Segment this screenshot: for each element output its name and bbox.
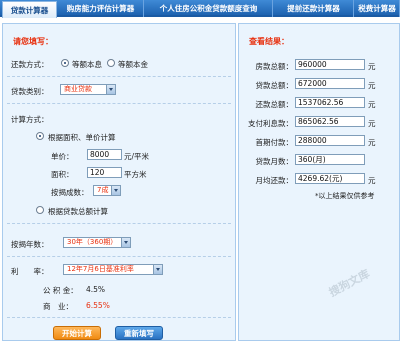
form-title: 请您填写： bbox=[13, 37, 53, 46]
input-panel: 请您填写： 还款方式： 等额本息 等额本金 贷款类别： 商业贷款 计算方式： 根… bbox=[2, 23, 236, 341]
down-payment-field: 288000 bbox=[295, 135, 365, 146]
rate-value: 12年7月6日基准利率 bbox=[67, 265, 134, 273]
price-label: 单价： bbox=[51, 152, 74, 161]
loan-months-field: 360(月) bbox=[295, 154, 365, 165]
area-unit: 平方米 bbox=[124, 170, 147, 179]
result-unit: 元 bbox=[368, 119, 376, 128]
tab-tax-calculator[interactable]: 税费计算器 bbox=[355, 0, 400, 17]
chevron-down-icon bbox=[153, 265, 162, 274]
result-panel: 查看结果： 房款总额： 960000 元 贷款总额： 672000 元 还款总额… bbox=[238, 23, 400, 341]
rate-select[interactable]: 12年7月6日基准利率 bbox=[63, 264, 163, 275]
result-footnote: *以上结果仅供参考 bbox=[315, 192, 375, 200]
down-ratio-value: 7成 bbox=[97, 186, 109, 194]
chevron-down-icon bbox=[106, 85, 115, 94]
down-ratio-label: 按揭成数： bbox=[51, 188, 89, 197]
interest-total-field: 865062.56 bbox=[295, 116, 365, 127]
result-unit: 元 bbox=[368, 81, 376, 90]
tab-loan-calculator[interactable]: 贷款计算器 bbox=[2, 1, 57, 18]
result-label: 贷款总额： bbox=[255, 81, 294, 90]
calc-method-label: 计算方式： bbox=[11, 115, 49, 124]
repay-equal-principal-radio[interactable] bbox=[107, 59, 115, 67]
result-unit: 元 bbox=[368, 100, 376, 109]
result-label: 月均还款： bbox=[255, 176, 294, 185]
result-unit: 元 bbox=[368, 62, 376, 71]
chevron-down-icon bbox=[121, 238, 130, 247]
commercial-rate-label: 商 业： bbox=[43, 302, 73, 311]
result-label: 支付利息款： bbox=[248, 119, 293, 128]
tab-affordability-calculator[interactable]: 购房能力评估计算器 bbox=[58, 0, 144, 17]
divider bbox=[7, 76, 231, 77]
divider bbox=[7, 256, 231, 257]
result-label: 房款总额： bbox=[255, 62, 294, 71]
result-label: 还款总额： bbox=[255, 100, 294, 109]
repay-total-field: 1537062.56 bbox=[295, 97, 365, 108]
price-unit: 元/平米 bbox=[124, 152, 150, 161]
loan-type-value: 商业贷款 bbox=[64, 85, 92, 93]
price-input[interactable]: 8000 bbox=[87, 149, 122, 160]
tab-bar: 贷款计算器 购房能力评估计算器 个人住房公积金贷款额度查询 提前还款计算器 税费… bbox=[0, 0, 400, 18]
repay-option-label: 等额本息 bbox=[72, 60, 102, 69]
loan-total-field: 672000 bbox=[295, 78, 365, 89]
repay-option-label: 等额本金 bbox=[118, 60, 148, 69]
loan-type-select[interactable]: 商业贷款 bbox=[60, 84, 116, 95]
area-input[interactable]: 120 bbox=[87, 167, 122, 178]
divider bbox=[7, 317, 231, 318]
loan-type-label: 贷款类别： bbox=[11, 87, 49, 96]
calc-by-area-label: 根据面积、单价计算 bbox=[48, 133, 116, 142]
chevron-down-icon bbox=[111, 186, 120, 195]
result-title: 查看结果： bbox=[249, 37, 289, 46]
tab-prepayment-calculator[interactable]: 提前还款计算器 bbox=[274, 0, 354, 17]
down-ratio-select[interactable]: 7成 bbox=[93, 185, 121, 196]
start-calculation-button[interactable]: 开始计算 bbox=[53, 326, 101, 340]
result-unit: 元 bbox=[368, 138, 376, 147]
result-label: 贷款月数： bbox=[255, 157, 294, 166]
divider bbox=[7, 223, 231, 224]
repay-equal-installment-radio[interactable] bbox=[61, 59, 69, 67]
years-select[interactable]: 30年（360期） bbox=[63, 237, 131, 248]
repay-method-label: 还款方式： bbox=[11, 60, 49, 69]
monthly-payment-field: 4269.62(元) bbox=[295, 173, 365, 184]
years-label: 按揭年数： bbox=[11, 240, 49, 249]
fund-rate-label: 公 积 金： bbox=[43, 286, 78, 295]
reset-button[interactable]: 重新填写 bbox=[115, 326, 163, 340]
years-value: 30年（360期） bbox=[67, 238, 118, 246]
calc-by-area-radio[interactable] bbox=[36, 132, 44, 140]
result-label: 首期付款： bbox=[255, 138, 294, 147]
divider bbox=[7, 103, 231, 104]
total-price-field: 960000 bbox=[295, 59, 365, 70]
rate-label: 利 率： bbox=[11, 267, 49, 276]
result-unit: 元 bbox=[368, 176, 376, 185]
area-label: 面积： bbox=[51, 170, 74, 179]
calc-by-total-radio[interactable] bbox=[36, 206, 44, 214]
calc-by-total-label: 根据贷款总额计算 bbox=[48, 207, 108, 216]
fund-rate-value: 4.5% bbox=[86, 285, 106, 294]
tab-housing-fund-quota[interactable]: 个人住房公积金贷款额度查询 bbox=[145, 0, 273, 17]
commercial-rate-value: 6.55% bbox=[86, 301, 110, 310]
